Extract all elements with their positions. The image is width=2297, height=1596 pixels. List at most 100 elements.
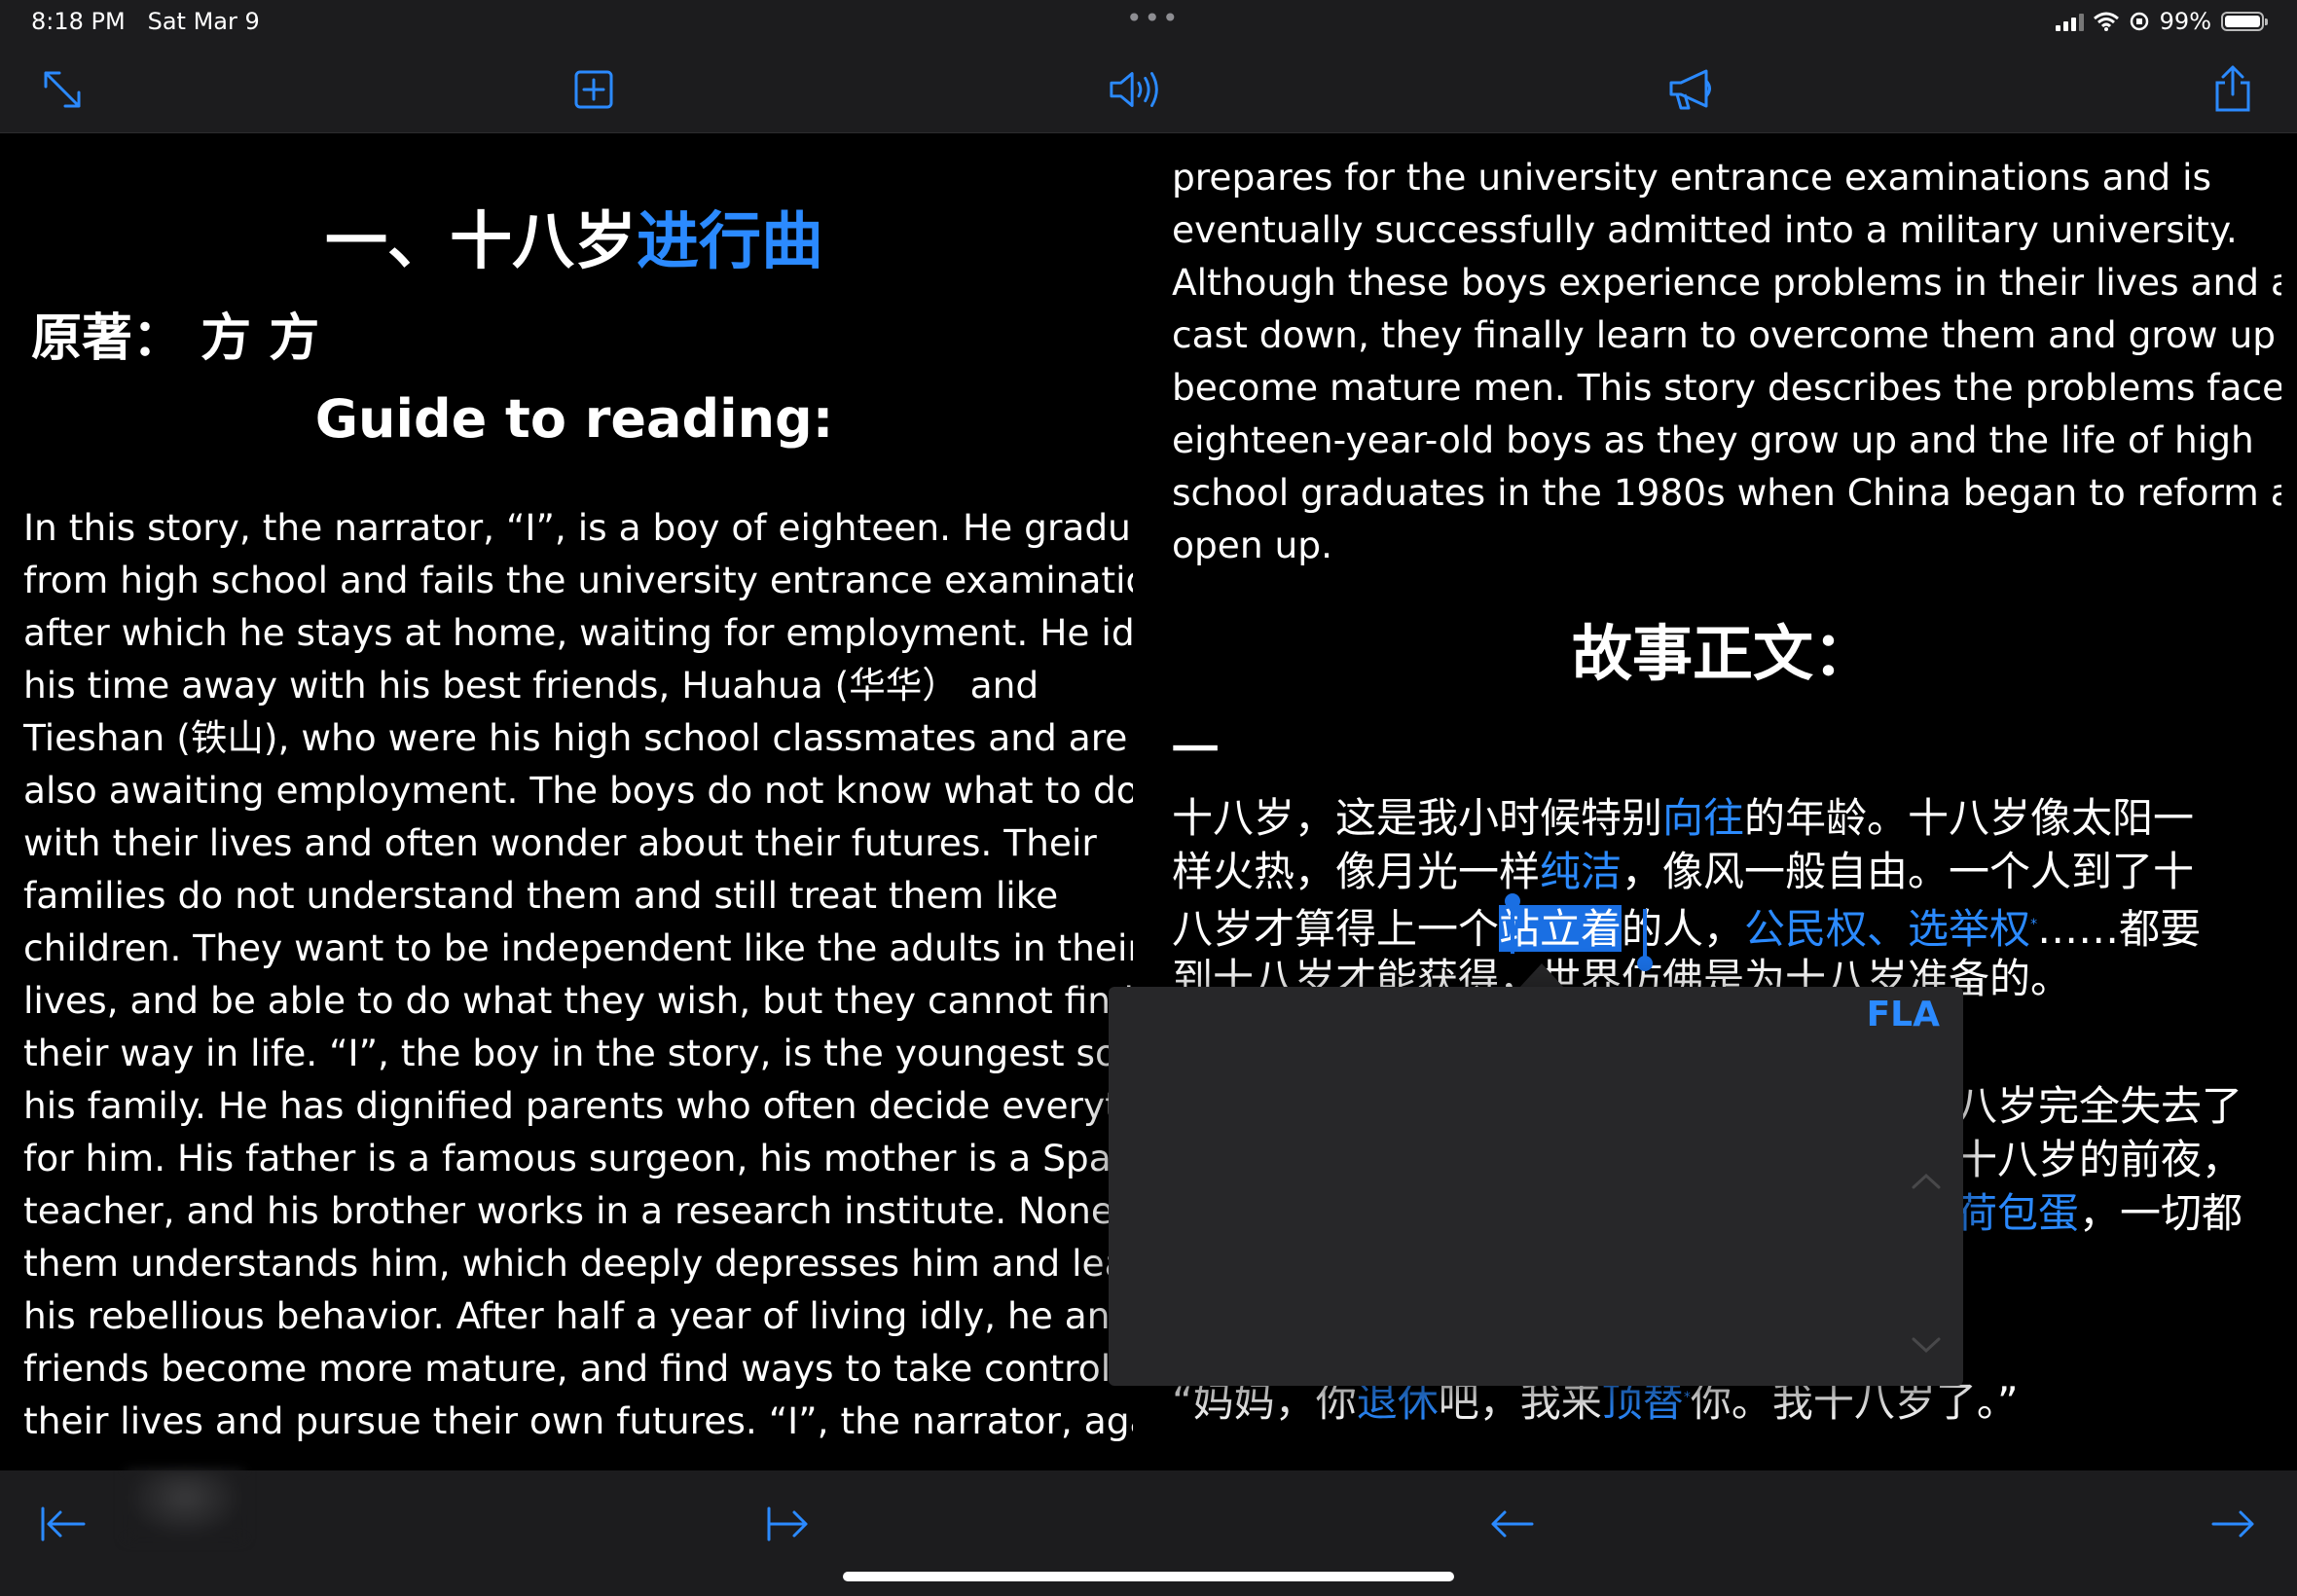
cellular-signal-icon xyxy=(2055,12,2084,31)
previous-page-icon xyxy=(1491,1510,1534,1538)
status-bar: 8:18 PM Sat Mar 9 ••• 99% xyxy=(0,0,2297,47)
selected-text[interactable]: 站立着 xyxy=(1499,905,1622,952)
story-line-partial: 十八岁的前夜， xyxy=(1956,1136,2243,1183)
text-line: eighteen-year-old boys as they grow up a… xyxy=(1172,418,2254,461)
vocab-word[interactable]: 荷包蛋 xyxy=(1956,1189,2079,1237)
status-indicators: 99% xyxy=(2055,8,2268,35)
story-text: 的人， xyxy=(1622,905,1745,952)
status-date: Sat Mar 9 xyxy=(147,8,260,35)
guide-paragraph-continued: prepares for the university entrance exa… xyxy=(1172,151,2281,571)
first-page-icon xyxy=(41,1506,86,1542)
text-line: his rebellious behavior. After half a ye… xyxy=(23,1294,1133,1337)
story-text: 样火热，像月光一样 xyxy=(1172,848,1541,895)
text-line: become mature men. This story describes … xyxy=(1172,366,2281,409)
selection-start-bar xyxy=(1511,905,1514,954)
text-line: families do not understand them and stil… xyxy=(23,874,1059,917)
story-text: 十八岁，这是我小时候特别 xyxy=(1172,794,1663,842)
story-text: ……都要 xyxy=(2037,905,2202,952)
text-line: children. They want to be independent li… xyxy=(23,926,1133,969)
text-line: his family. He has dignified parents who… xyxy=(23,1084,1133,1127)
speaker-icon xyxy=(1110,72,1158,107)
share-button[interactable] xyxy=(2204,60,2262,119)
chapter-title: 一、十八岁进行曲 xyxy=(0,192,1148,281)
next-page-icon xyxy=(2211,1510,2254,1538)
first-page-button[interactable] xyxy=(29,1490,97,1558)
megaphone-icon xyxy=(1669,69,1711,110)
text-line: with their lives and often wonder about … xyxy=(23,821,1097,864)
chapter-number: 一 xyxy=(1172,723,1220,778)
bottom-bar xyxy=(0,1470,2297,1596)
selection-end-handle[interactable] xyxy=(1637,956,1653,971)
expand-button[interactable] xyxy=(33,60,91,119)
wifi-icon xyxy=(2093,12,2119,31)
announce-button[interactable] xyxy=(1662,60,1721,119)
footnote-marker[interactable]: * xyxy=(1684,1390,1691,1405)
vocab-word[interactable]: 纯洁 xyxy=(1540,848,1622,895)
home-indicator[interactable] xyxy=(843,1572,1454,1581)
story-text: ，像风一般自由。一个人到了十 xyxy=(1622,848,2195,895)
text-line: also awaiting employment. The boys do no… xyxy=(23,769,1133,812)
story-text: 八岁才算得上一个 xyxy=(1172,905,1500,952)
author-line: 原著： 方 方 xyxy=(31,309,320,368)
chevron-down-icon xyxy=(1912,1337,1941,1354)
story-line: 十八岁，这是我小时候特别向往的年龄。十八岁像太阳一 xyxy=(1172,791,2281,845)
vocab-word[interactable]: 向往 xyxy=(1662,794,1744,842)
scroll-down-button[interactable] xyxy=(1911,1335,1942,1359)
battery-icon xyxy=(2221,12,2268,31)
vocab-word[interactable]: 公民权、选举权 xyxy=(1744,905,2030,952)
chapter-title-link[interactable]: 进行曲 xyxy=(637,206,823,278)
text-line: friends become more mature, and find way… xyxy=(23,1347,1133,1390)
text-line: after which he stays at home, waiting fo… xyxy=(23,611,1133,654)
text-line: their way in life. “I”, the boy in the s… xyxy=(23,1032,1133,1074)
text-line: lives, and be able to do what they wish,… xyxy=(23,979,1133,1022)
speak-button[interactable] xyxy=(1108,60,1166,119)
text-line: their lives and pursue their own futures… xyxy=(23,1399,1133,1442)
text-line: for him. His father is a famous surgeon,… xyxy=(23,1137,1133,1179)
text-line: school graduates in the 1980s when China… xyxy=(1172,471,2281,514)
left-page: 一、十八岁进行曲 原著： 方 方 Guide to reading: In th… xyxy=(0,133,1148,1470)
previous-page-button[interactable] xyxy=(1477,1490,1546,1558)
story-text: 的年龄。十八岁像太阳一 xyxy=(1744,794,2195,842)
multitasking-dots-icon[interactable]: ••• xyxy=(1126,2,1181,34)
next-page-button[interactable] xyxy=(2200,1490,2268,1558)
story-paragraph: 十八岁，这是我小时候特别向往的年龄。十八岁像太阳一 样火热，像月光一样纯洁，像风… xyxy=(1172,791,2281,1005)
text-line: prepares for the university entrance exa… xyxy=(1172,156,2212,199)
page-scrubber-thumb[interactable] xyxy=(127,1470,243,1539)
dictionary-popover[interactable]: FLA xyxy=(1109,987,1963,1386)
add-note-icon xyxy=(574,70,613,109)
status-time: 8:18 PM Sat Mar 9 xyxy=(31,8,260,35)
story-line-partial: 荷包蛋，一切都 xyxy=(1956,1186,2242,1240)
popover-arrow xyxy=(1518,963,1565,989)
story-line-partial: 八岁完全失去了 xyxy=(1956,1082,2243,1130)
text-line: them understands him, which deeply depre… xyxy=(23,1242,1133,1285)
guide-heading: Guide to reading: xyxy=(314,388,834,450)
last-page-icon xyxy=(767,1506,808,1542)
orientation-lock-icon xyxy=(2130,12,2148,31)
selection-end-bar xyxy=(1643,909,1647,958)
language-toggle-button[interactable]: FLA xyxy=(1867,995,1940,1034)
share-icon xyxy=(2215,65,2250,112)
text-line: Although these boys experience problems … xyxy=(1172,261,2281,304)
text-line: from high school and fails the universit… xyxy=(23,559,1133,601)
text-line: Tieshan (铁山), who were his high school c… xyxy=(23,716,1128,759)
expand-icon xyxy=(44,71,81,108)
text-line: teacher, and his brother works in a rese… xyxy=(23,1189,1133,1232)
last-page-button[interactable] xyxy=(755,1490,823,1558)
guide-paragraph: In this story, the narrator, “I”, is a b… xyxy=(23,501,1133,1447)
text-line: In this story, the narrator, “I”, is a b… xyxy=(23,506,1133,549)
selection-start-handle[interactable] xyxy=(1505,893,1520,909)
battery-percent: 99% xyxy=(2159,8,2211,35)
scroll-up-button[interactable] xyxy=(1911,1172,1942,1195)
status-clock: 8:18 PM xyxy=(31,8,126,35)
chevron-up-icon xyxy=(1912,1173,1941,1189)
text-line: open up. xyxy=(1172,524,1332,566)
text-line: cast down, they finally learn to overcom… xyxy=(1172,313,2281,356)
story-heading: 故事正文： xyxy=(1571,618,1874,689)
story-line: 八岁才算得上一个站立着的人，公民权、选举权*……都要 xyxy=(1172,898,2281,952)
toolbar xyxy=(0,47,2297,133)
chapter-title-text: 一、十八岁 xyxy=(325,206,637,278)
story-line: 样火热，像月光一样纯洁，像风一般自由。一个人到了十 xyxy=(1172,845,2281,898)
add-note-button[interactable] xyxy=(565,60,623,119)
footnote-marker[interactable]: * xyxy=(2030,917,2037,932)
text-line: eventually successfully admitted into a … xyxy=(1172,208,2238,251)
